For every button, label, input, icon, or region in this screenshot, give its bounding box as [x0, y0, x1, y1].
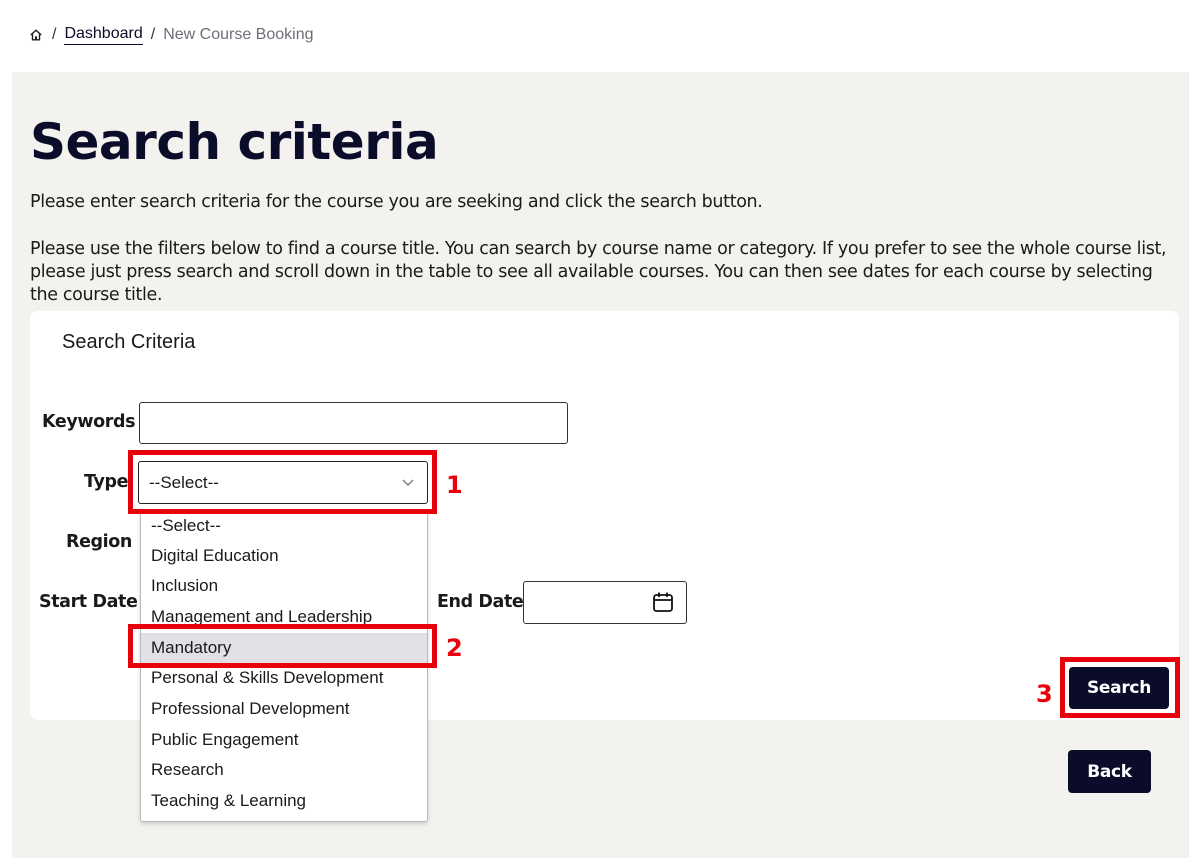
page-title: Search criteria: [30, 113, 439, 171]
intro-text: Please enter search criteria for the cou…: [30, 192, 763, 212]
calendar-icon[interactable]: [652, 591, 674, 613]
annotation-number-1: 1: [446, 471, 463, 499]
annotation-box-mandatory-option: [128, 624, 437, 668]
breadcrumb-dashboard-link[interactable]: Dashboard: [64, 25, 143, 45]
annotation-box-search-button: [1060, 657, 1180, 718]
dropdown-option[interactable]: Research: [141, 755, 427, 785]
start-date-label: Start Date: [39, 592, 138, 612]
keywords-label: Keywords: [42, 412, 136, 432]
annotation-number-2: 2: [446, 634, 463, 662]
back-button[interactable]: Back: [1068, 750, 1151, 793]
dropdown-option[interactable]: Digital Education: [141, 541, 427, 571]
dropdown-option[interactable]: --Select--: [141, 511, 427, 541]
dropdown-option[interactable]: Professional Development: [141, 694, 427, 724]
dropdown-option[interactable]: Inclusion: [141, 571, 427, 601]
annotation-box-type-select: [128, 450, 437, 514]
end-date-label: End Date: [437, 592, 524, 612]
card-title: Search Criteria: [62, 331, 196, 353]
end-date-input[interactable]: [523, 581, 687, 624]
instructions-text: Please use the filters below to find a c…: [30, 239, 1167, 305]
home-icon[interactable]: [29, 28, 43, 42]
breadcrumb-separator: /: [52, 26, 57, 43]
dropdown-option[interactable]: Teaching & Learning: [141, 786, 427, 816]
dropdown-option[interactable]: Public Engagement: [141, 725, 427, 755]
annotation-number-3: 3: [1036, 680, 1053, 708]
breadcrumb-current: New Course Booking: [163, 26, 314, 43]
region-label: Region: [66, 532, 132, 552]
breadcrumb: / Dashboard / New Course Booking: [29, 24, 313, 46]
type-label: Type: [84, 472, 129, 492]
keywords-input[interactable]: [139, 402, 568, 444]
breadcrumb-separator: /: [150, 26, 156, 43]
